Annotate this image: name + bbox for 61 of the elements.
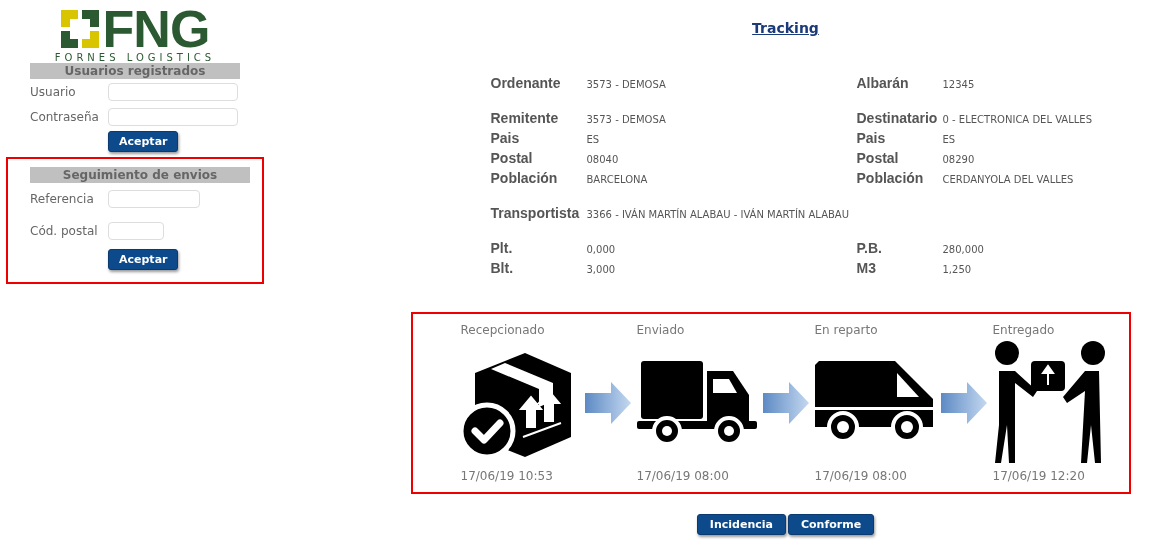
arrow-icon <box>940 382 987 424</box>
info-label: Población <box>490 169 559 188</box>
info-value: 12345 <box>942 78 976 92</box>
arrow-icon <box>762 382 809 424</box>
stage-label: Recepcionado <box>460 323 545 337</box>
action-button[interactable]: Conforme <box>787 514 875 535</box>
info-value: 3573 - DEMOSA <box>586 78 667 92</box>
section-heading: Usuarios registrados <box>30 63 240 79</box>
logo-subtitle: FORNES LOGISTICS <box>54 52 216 63</box>
info-value: ES <box>942 133 957 147</box>
input-field[interactable] <box>108 222 164 240</box>
field-label: Usuario <box>30 84 77 99</box>
info-label: P.B. <box>856 239 883 258</box>
info-value: BARCELONA <box>586 173 649 187</box>
info-label: Blt. <box>490 259 515 278</box>
field-label: Contraseña <box>30 109 100 124</box>
package-handover-icon <box>992 341 1105 465</box>
stage-time: 17/06/19 10:53 <box>460 469 553 483</box>
info-label: Destinatario <box>856 109 939 128</box>
info-value: CERDANYOLA DEL VALLES <box>942 173 1075 187</box>
info-value: 0,000 <box>586 243 617 257</box>
stage-time: 17/06/19 08:00 <box>636 469 729 483</box>
info-label: Transportista <box>490 204 581 223</box>
info-value: 3573 - DEMOSA <box>586 113 667 127</box>
info-label: Postal <box>856 149 900 168</box>
field-label: Cód. postal <box>30 224 99 238</box>
stage-label: Enviado <box>636 323 685 337</box>
input-field[interactable] <box>108 107 238 126</box>
info-value: 08290 <box>942 153 976 167</box>
info-value: ES <box>586 133 601 147</box>
input-field[interactable] <box>108 190 200 208</box>
accept-button[interactable]: Aceptar <box>108 249 179 270</box>
logo-title: FNG <box>102 6 210 52</box>
info-value: 1,250 <box>942 263 973 277</box>
info-label: Pais <box>856 129 887 148</box>
arrow-icon <box>584 382 631 424</box>
stage-label: Entregado <box>992 323 1055 337</box>
info-label: Pais <box>490 129 521 148</box>
truck-icon <box>636 361 757 445</box>
info-label: Población <box>856 169 925 188</box>
info-label: Ordenante <box>490 74 562 93</box>
info-label: Remitente <box>490 109 560 128</box>
info-value: 3,000 <box>586 263 617 277</box>
action-button[interactable]: Incidencia <box>696 514 786 535</box>
section-heading: Seguimiento de envios <box>30 167 250 183</box>
stage-label: En reparto <box>814 323 878 337</box>
page-title-link[interactable]: Tracking <box>752 20 819 36</box>
stage-time: 17/06/19 12:20 <box>992 469 1085 483</box>
field-label: Referencia <box>30 192 95 206</box>
info-value: 0 - ELECTRONICA DEL VALLES <box>942 113 1093 127</box>
info-value: 08040 <box>586 153 620 167</box>
info-label: Albarán <box>856 74 910 93</box>
input-field[interactable] <box>108 82 238 101</box>
logo-squares-icon <box>60 10 99 48</box>
info-value: 280,000 <box>942 243 985 257</box>
accept-button[interactable]: Aceptar <box>108 131 179 152</box>
info-value: 3366 - IVÁN MARTÍN ALABAU - IVÁN MARTÍN ALABAU <box>586 207 850 222</box>
info-label: Postal <box>490 149 534 168</box>
stage-time: 17/06/19 08:00 <box>814 469 907 483</box>
info-label: M3 <box>856 259 877 278</box>
info-label: Plt. <box>490 239 514 258</box>
